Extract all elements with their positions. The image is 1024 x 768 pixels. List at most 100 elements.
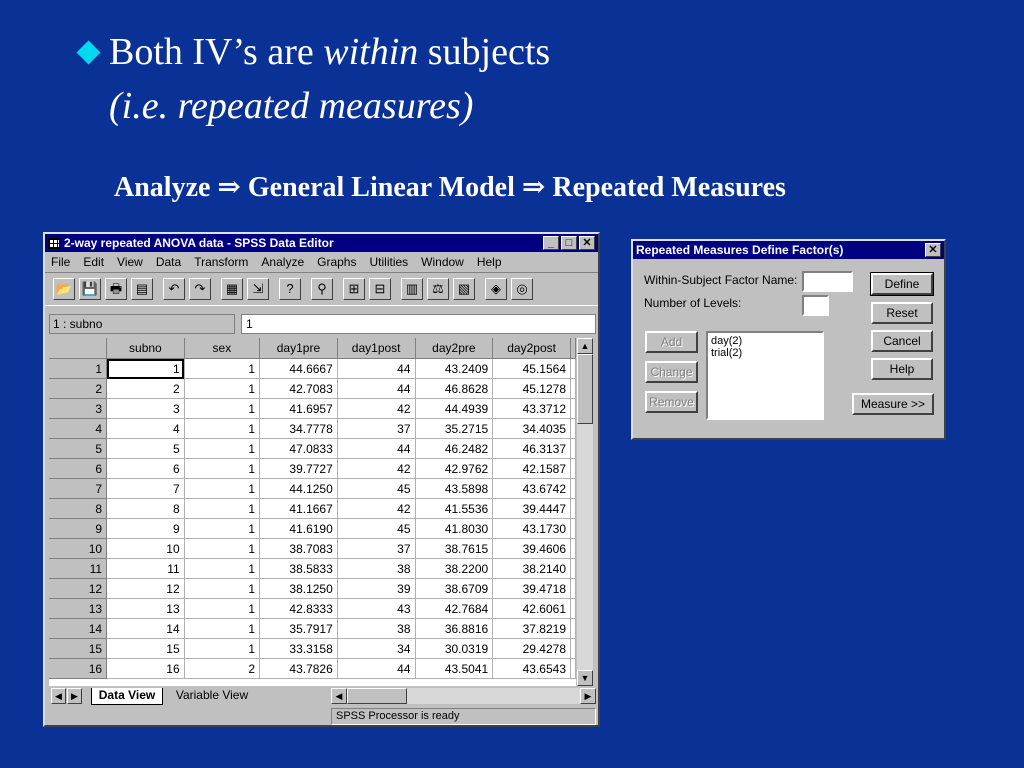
use-sets-icon[interactable]: ◎ (511, 278, 533, 300)
table-cell[interactable]: 38.7083 (259, 538, 338, 559)
table-cell[interactable]: 44.1250 (259, 478, 338, 499)
table-cell[interactable]: 41.8030 (415, 518, 494, 539)
table-cell[interactable]: 42 (337, 498, 416, 519)
remove-button[interactable]: Remove (645, 391, 698, 413)
editor-titlebar[interactable]: 2-way repeated ANOVA data - SPSS Data Ed… (45, 234, 598, 252)
table-cell[interactable]: 47.0833 (259, 438, 338, 459)
row-header[interactable]: 8 (49, 498, 108, 519)
table-cell[interactable]: 44 (337, 438, 416, 459)
measure-button[interactable]: Measure >> (852, 393, 934, 415)
row-header[interactable]: 13 (49, 598, 108, 619)
table-cell[interactable]: 37 (337, 418, 416, 439)
table-cell[interactable]: 15 (106, 638, 185, 659)
select-cases-icon[interactable]: ▧ (453, 278, 475, 300)
table-cell-empty[interactable] (570, 618, 576, 639)
column-header-day1pre[interactable]: day1pre (259, 338, 338, 359)
menu-utilities[interactable]: Utilities (369, 255, 408, 269)
dialog-titlebar[interactable]: Repeated Measures Define Factor(s) ✕ (633, 241, 944, 259)
table-cell-empty[interactable] (570, 518, 576, 539)
column-header-day2post[interactable]: day2post (492, 338, 571, 359)
table-cell[interactable]: 6 (106, 458, 185, 479)
table-cell[interactable]: 37 (337, 538, 416, 559)
menu-file[interactable]: File (51, 255, 70, 269)
insert-variable-icon[interactable]: ⊟ (369, 278, 391, 300)
cell-value-input[interactable]: 1 (241, 314, 596, 334)
maximize-icon[interactable]: □ (561, 236, 577, 250)
table-cell[interactable]: 1 (184, 358, 261, 379)
table-cell[interactable]: 1 (184, 618, 261, 639)
row-header[interactable]: 15 (49, 638, 108, 659)
factor-list-item[interactable]: trial(2) (711, 347, 819, 359)
menu-transform[interactable]: Transform (194, 255, 248, 269)
table-cell[interactable]: 43 (337, 598, 416, 619)
table-cell[interactable]: 29.4278 (492, 638, 571, 659)
table-cell[interactable]: 42.1587 (492, 458, 571, 479)
menu-window[interactable]: Window (421, 255, 464, 269)
table-cell-empty[interactable] (570, 458, 576, 479)
corner-cell[interactable] (49, 338, 108, 359)
scroll-up-icon[interactable]: ▲ (577, 338, 593, 354)
goto-case-icon[interactable]: ⇲ (247, 278, 269, 300)
table-cell[interactable]: 9 (106, 518, 185, 539)
table-cell[interactable]: 46.8628 (415, 378, 494, 399)
table-cell[interactable]: 8 (106, 498, 185, 519)
table-cell[interactable]: 43.2409 (415, 358, 494, 379)
tab-data-view[interactable]: Data View (91, 688, 163, 705)
table-cell[interactable]: 3 (106, 398, 185, 419)
row-header[interactable]: 11 (49, 558, 108, 579)
table-cell[interactable]: 1 (184, 578, 261, 599)
menu-graphs[interactable]: Graphs (317, 255, 356, 269)
column-header-sex[interactable]: sex (184, 338, 261, 359)
factor-name-input[interactable] (802, 271, 853, 292)
table-cell[interactable]: 43.3712 (492, 398, 571, 419)
table-cell[interactable]: 2 (184, 658, 261, 679)
levels-input[interactable] (802, 295, 829, 316)
table-cell[interactable]: 42.9762 (415, 458, 494, 479)
table-cell-empty[interactable] (570, 598, 576, 619)
find-icon[interactable]: ⚲ (311, 278, 333, 300)
table-cell[interactable]: 43.6742 (492, 478, 571, 499)
table-cell-empty[interactable] (570, 578, 576, 599)
table-cell[interactable]: 1 (184, 398, 261, 419)
dialog-close-icon[interactable]: ✕ (925, 243, 941, 257)
split-file-icon[interactable]: ▥ (401, 278, 423, 300)
table-cell[interactable]: 34.7778 (259, 418, 338, 439)
table-cell[interactable]: 5 (106, 438, 185, 459)
variables-icon[interactable]: ? (279, 278, 301, 300)
goto-chart-icon[interactable]: ▦ (221, 278, 243, 300)
table-cell[interactable]: 13 (106, 598, 185, 619)
table-cell-empty[interactable] (570, 538, 576, 559)
table-cell[interactable]: 30.0319 (415, 638, 494, 659)
table-cell[interactable]: 1 (184, 478, 261, 499)
menu-edit[interactable]: Edit (83, 255, 104, 269)
table-cell[interactable]: 44 (337, 658, 416, 679)
row-header[interactable]: 9 (49, 518, 108, 539)
table-cell[interactable]: 39.7727 (259, 458, 338, 479)
table-cell[interactable]: 34 (337, 638, 416, 659)
table-cell[interactable]: 42.7083 (259, 378, 338, 399)
scroll-down-icon[interactable]: ▼ (577, 670, 593, 686)
vertical-scroll-thumb[interactable] (577, 354, 593, 424)
value-labels-icon[interactable]: ◈ (485, 278, 507, 300)
table-cell[interactable]: 43.5041 (415, 658, 494, 679)
table-cell[interactable]: 14 (106, 618, 185, 639)
minimize-icon[interactable]: _ (543, 236, 559, 250)
table-cell[interactable]: 37.8219 (492, 618, 571, 639)
table-cell-empty[interactable] (570, 398, 576, 419)
table-cell[interactable]: 42.7684 (415, 598, 494, 619)
table-cell[interactable]: 11 (106, 558, 185, 579)
table-cell[interactable]: 38.5833 (259, 558, 338, 579)
table-cell[interactable]: 43.5898 (415, 478, 494, 499)
factor-list[interactable]: day(2) trial(2) (706, 331, 824, 420)
table-cell[interactable]: 46.2482 (415, 438, 494, 459)
row-header[interactable]: 10 (49, 538, 108, 559)
table-cell[interactable]: 1 (184, 638, 261, 659)
table-cell[interactable]: 45 (337, 518, 416, 539)
define-button[interactable]: Define (870, 272, 934, 296)
row-header[interactable]: 1 (49, 358, 108, 379)
table-cell[interactable]: 44 (337, 378, 416, 399)
table-cell[interactable]: 39.4606 (492, 538, 571, 559)
open-icon[interactable]: 📂 (53, 278, 75, 300)
table-cell[interactable]: 41.6190 (259, 518, 338, 539)
row-header[interactable]: 7 (49, 478, 108, 499)
